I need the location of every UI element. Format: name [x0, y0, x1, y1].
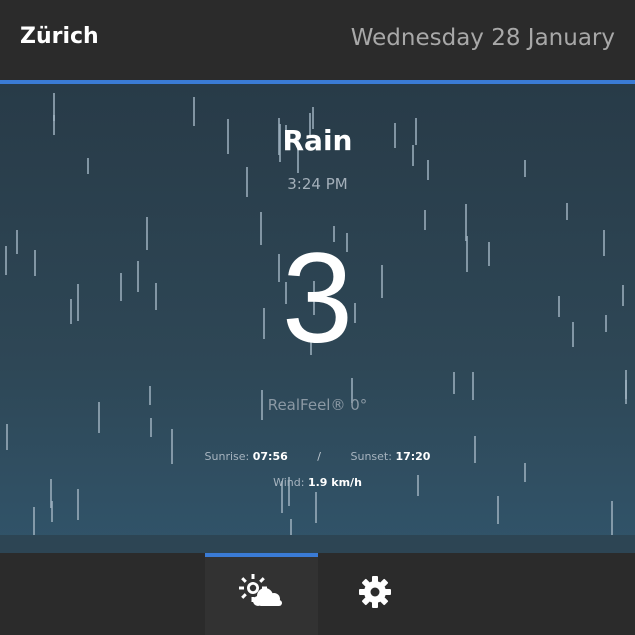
bottom-nav [0, 553, 635, 635]
temperature: 3 [281, 227, 354, 370]
weather-condition: Rain [282, 124, 353, 157]
wind-value: 1.9 km/h [307, 476, 362, 489]
ground-strip [0, 535, 635, 553]
weather-sun-cloud-icon [238, 574, 285, 614]
sunset-label: Sunset: [350, 450, 392, 463]
current-time: 3:24 PM [287, 175, 348, 193]
weather-panel: Rain 3:24 PM 3 RealFeel® 0° Sunrise: 07:… [0, 84, 635, 553]
sun-separator: / [317, 450, 321, 463]
sun-times: Sunrise: 07:56 / Sunset: 17:20 [0, 450, 635, 463]
wind-info: Wind: 1.9 km/h [0, 476, 635, 489]
tab-weather[interactable] [205, 553, 318, 635]
app-header: Zürich Wednesday 28 January [0, 0, 635, 84]
gear-icon [358, 575, 392, 613]
tab-settings[interactable] [318, 553, 431, 635]
sunset-value: 17:20 [395, 450, 431, 463]
realfeel-temperature: RealFeel® 0° [267, 396, 368, 414]
city-name: Zürich [20, 24, 99, 49]
wind-label: Wind: [273, 476, 305, 489]
active-tab-indicator [205, 553, 318, 557]
sunrise-label: Sunrise: [204, 450, 250, 463]
current-date: Wednesday 28 January [350, 25, 615, 51]
sunrise-value: 07:56 [252, 450, 288, 463]
